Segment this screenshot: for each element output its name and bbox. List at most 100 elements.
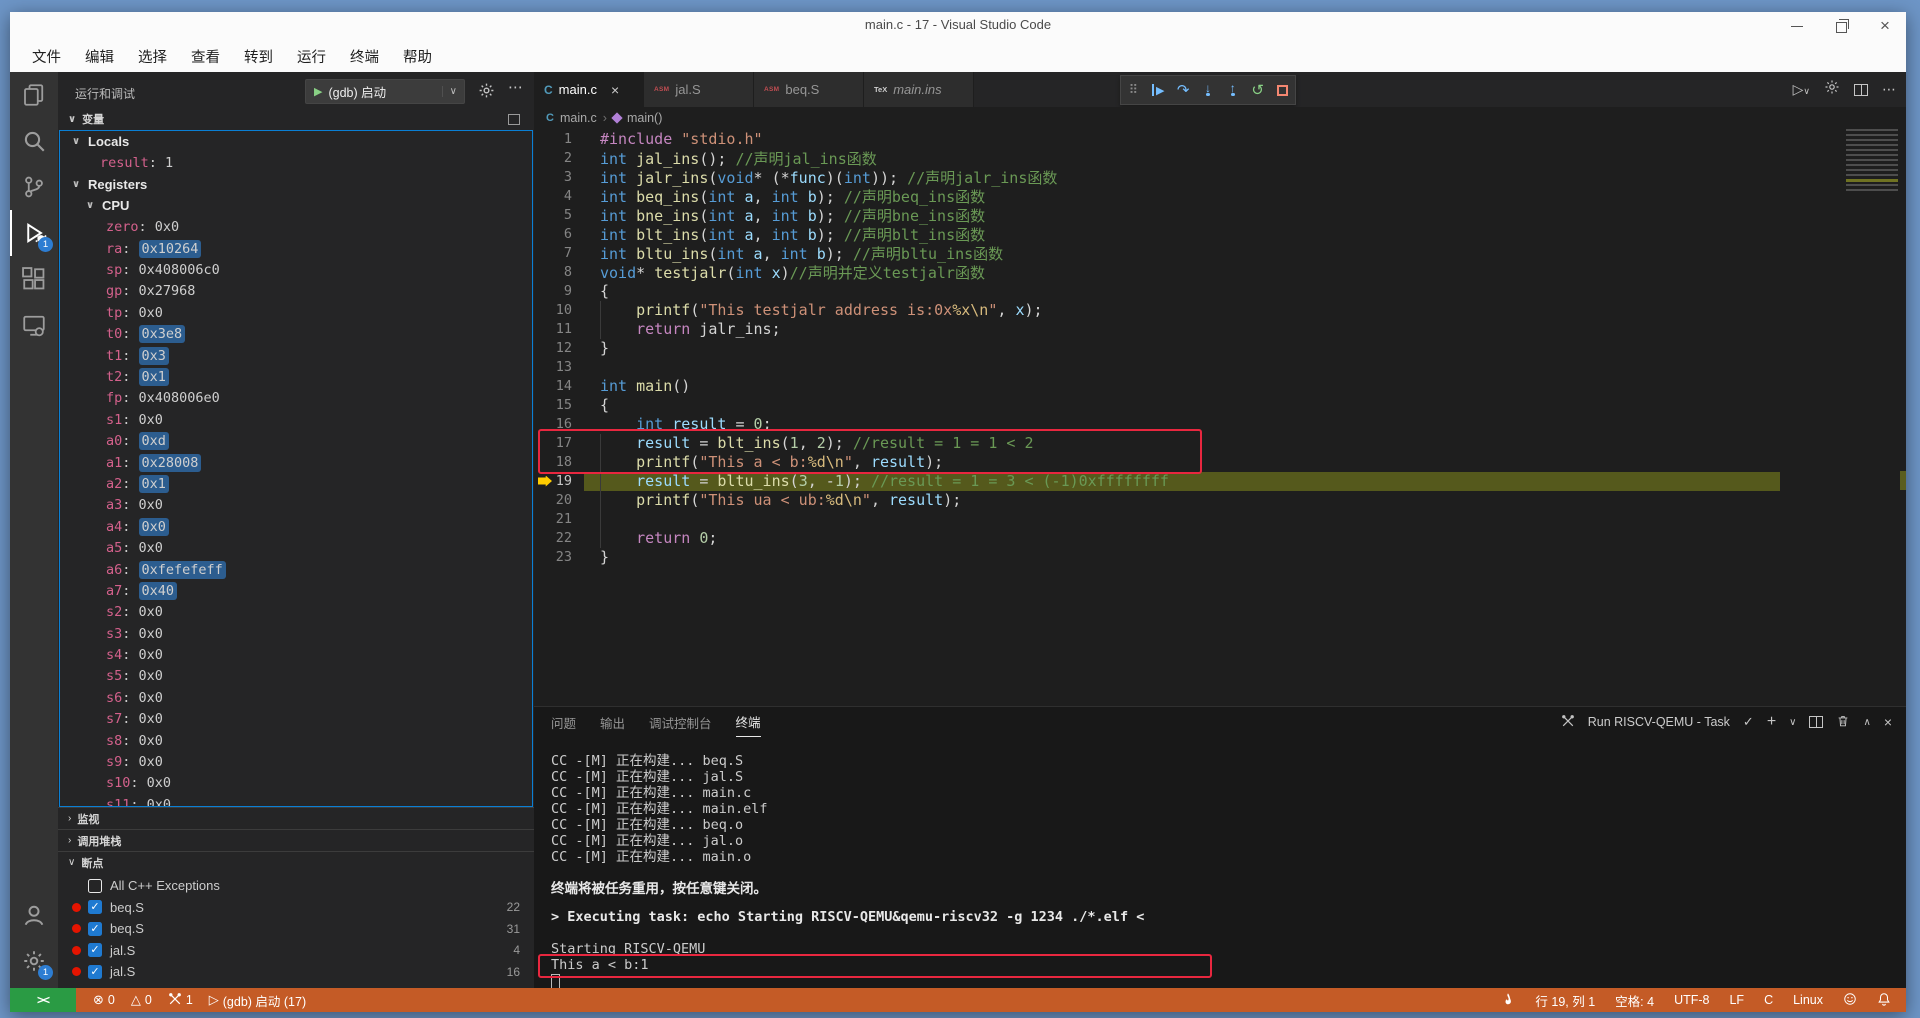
panel-tab-调试控制台[interactable]: 调试控制台 xyxy=(649,707,712,737)
status-problems[interactable]: ⊗0 xyxy=(88,992,120,1008)
variable-row[interactable]: t0: 0x3e8 xyxy=(60,324,532,345)
breakpoint-row[interactable]: ✓jal.S4 xyxy=(58,940,534,962)
menu-item-帮助[interactable]: 帮助 xyxy=(391,43,444,70)
status-encoding[interactable]: UTF-8 xyxy=(1669,993,1714,1007)
run-and-debug-icon[interactable]: 1 xyxy=(10,210,58,256)
trash-icon[interactable] xyxy=(1836,714,1850,731)
variable-row[interactable]: sp: 0x408006c0 xyxy=(60,259,532,280)
continue-icon[interactable]: ▶ xyxy=(1147,79,1169,101)
menu-item-查看[interactable]: 查看 xyxy=(179,43,232,70)
run-or-debug-icon[interactable]: ▷∨ xyxy=(1793,81,1810,98)
breakpoint-checkbox[interactable]: ✓ xyxy=(88,900,102,914)
code-line[interactable]: 6int blt_ins(int a, int b); //声明blt_ins函… xyxy=(534,225,1906,244)
code-line[interactable]: 21 xyxy=(534,510,1906,529)
code-line[interactable]: 2int jal_ins(); //声明jal_ins函数 xyxy=(534,149,1906,168)
code-line[interactable]: 1#include "stdio.h" xyxy=(534,130,1906,149)
status-indent[interactable]: 空格: 4 xyxy=(1610,991,1659,1010)
close-icon[interactable]: × xyxy=(1878,19,1892,33)
status-os[interactable]: Linux xyxy=(1788,993,1828,1007)
variable-row[interactable]: result: 1 xyxy=(60,152,532,173)
status-eol[interactable]: LF xyxy=(1724,993,1749,1007)
variables-tree[interactable]: ∨Localsresult: 1∨Registers∨CPUzero: 0x0r… xyxy=(59,130,533,807)
variable-row[interactable]: ra: 0x10264 xyxy=(60,238,532,259)
code-line[interactable]: 5int bne_ins(int a, int b); //声明bne_ins函… xyxy=(534,206,1906,225)
breadcrumb-file[interactable]: main.c xyxy=(560,111,597,125)
stop-icon[interactable] xyxy=(1271,79,1293,101)
variable-row[interactable]: a6: 0xfefefeff xyxy=(60,559,532,580)
split-terminal-icon[interactable] xyxy=(1809,716,1823,728)
variable-row[interactable]: t2: 0x1 xyxy=(60,366,532,387)
code-line[interactable]: 4int beq_ins(int a, int b); //声明beq_ins函… xyxy=(534,187,1906,206)
status-flame[interactable] xyxy=(1496,992,1520,1009)
menu-item-编辑[interactable]: 编辑 xyxy=(73,43,126,70)
breadcrumb-symbol[interactable]: main() xyxy=(627,111,662,125)
code-line[interactable]: 20 printf("This ua < ub:%d\n", result); xyxy=(534,491,1906,510)
breakpoint-row[interactable]: ✓beq.S22 xyxy=(58,897,534,919)
split-editor-icon[interactable] xyxy=(1854,84,1868,96)
debug-config-select[interactable]: ▶ (gdb) 启动 ∨ xyxy=(305,79,465,104)
status-line-col[interactable]: 行 19, 列 1 xyxy=(1530,991,1600,1010)
variable-row[interactable]: s6: 0x0 xyxy=(60,687,532,708)
menu-item-选择[interactable]: 选择 xyxy=(126,43,179,70)
call-stack-section-header[interactable]: ›调用堆栈 xyxy=(58,829,534,851)
code-line[interactable]: 8void* testjalr(int x)//声明并定义testjalr函数 xyxy=(534,263,1906,282)
gear-icon[interactable] xyxy=(1824,79,1840,100)
account-icon[interactable] xyxy=(10,892,58,938)
variable-row[interactable]: s10: 0x0 xyxy=(60,773,532,794)
variables-section-header[interactable]: ∨ 变量 xyxy=(58,108,534,130)
debug-settings-gear-icon[interactable] xyxy=(478,82,495,104)
tab-beq.S[interactable]: ASMbeq.S xyxy=(754,72,864,107)
variable-row[interactable]: s9: 0x0 xyxy=(60,751,532,772)
code-line[interactable]: 11 return jalr_ins; xyxy=(534,320,1906,339)
extensions-icon[interactable] xyxy=(10,256,58,302)
menu-item-文件[interactable]: 文件 xyxy=(20,43,73,70)
search-icon[interactable] xyxy=(10,118,58,164)
code-line[interactable]: 9{ xyxy=(534,282,1906,301)
tab-main.ins[interactable]: TeXmain.ins xyxy=(864,72,974,107)
breakpoint-checkbox[interactable]: ✓ xyxy=(88,943,102,957)
remote-explorer-icon[interactable] xyxy=(10,302,58,348)
chevron-down-icon[interactable]: ∨ xyxy=(442,86,464,97)
variable-row[interactable]: tp: 0x0 xyxy=(60,302,532,323)
code-line[interactable]: 12} xyxy=(534,339,1906,358)
menu-item-转到[interactable]: 转到 xyxy=(232,43,285,70)
close-icon[interactable]: × xyxy=(611,82,619,98)
code-line[interactable]: 19 result = bltu_ins(3, -1); //result = … xyxy=(534,472,1906,491)
breakpoint-checkbox[interactable]: ✓ xyxy=(88,922,102,936)
close-panel-icon[interactable]: × xyxy=(1884,714,1892,730)
variable-row[interactable]: s1: 0x0 xyxy=(60,409,532,430)
remote-indicator[interactable]: >< xyxy=(10,988,76,1012)
settings-gear-icon[interactable]: 1 xyxy=(10,938,58,984)
breadcrumb[interactable]: C main.c › main() xyxy=(534,107,1906,129)
exceptions-row[interactable]: All C++ Exceptions xyxy=(58,875,534,897)
watch-section-header[interactable]: ›监视 xyxy=(58,807,534,829)
variables-section-row[interactable]: ∨Locals xyxy=(60,131,532,152)
minimize-icon[interactable] xyxy=(1790,19,1804,33)
status-feedback[interactable] xyxy=(1838,992,1862,1009)
variables-section-row[interactable]: ∨Registers xyxy=(60,174,532,195)
panel-tab-问题[interactable]: 问题 xyxy=(551,707,576,737)
code-line[interactable]: 13 xyxy=(534,358,1906,377)
explorer-icon[interactable] xyxy=(10,72,58,118)
code-line[interactable]: 23} xyxy=(534,548,1906,567)
variable-row[interactable]: s8: 0x0 xyxy=(60,730,532,751)
tab-main.c[interactable]: Cmain.c× xyxy=(534,72,644,107)
panel-tab-终端[interactable]: 终端 xyxy=(736,707,761,737)
step-over-icon[interactable]: ↷ xyxy=(1172,79,1194,101)
more-actions-icon[interactable]: ⋯ xyxy=(508,78,524,96)
breakpoint-row[interactable]: ✓beq.S31 xyxy=(58,918,534,940)
code-line[interactable]: 15{ xyxy=(534,396,1906,415)
debug-start-icon[interactable]: ▶ xyxy=(314,85,322,98)
variables-section-row[interactable]: ∨CPU xyxy=(60,195,532,216)
status-notifications[interactable] xyxy=(1872,992,1896,1009)
breakpoints-section-header[interactable]: ∨断点 xyxy=(58,851,534,873)
status-warnings[interactable]: △0 xyxy=(126,992,157,1008)
menu-item-运行[interactable]: 运行 xyxy=(285,43,338,70)
code-line[interactable]: 3int jalr_ins(void* (*func)(int)); //声明j… xyxy=(534,168,1906,187)
variable-row[interactable]: zero: 0x0 xyxy=(60,217,532,238)
code-line[interactable]: 22 return 0; xyxy=(534,529,1906,548)
breakpoint-checkbox[interactable]: ✓ xyxy=(88,965,102,979)
restore-icon[interactable] xyxy=(1834,19,1848,33)
source-control-icon[interactable] xyxy=(10,164,58,210)
variable-row[interactable]: a5: 0x0 xyxy=(60,537,532,558)
